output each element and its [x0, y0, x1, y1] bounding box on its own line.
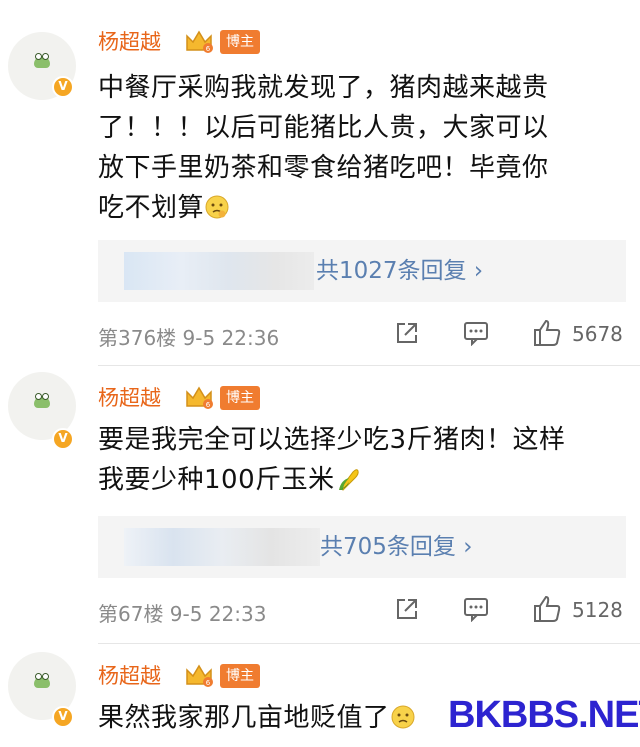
like-count: 5128: [572, 598, 623, 622]
comment-text-line: 中餐厅采购我就发现了，猪肉越来越贵: [98, 73, 549, 103]
svg-text:6: 6: [206, 679, 211, 687]
share-icon[interactable]: [394, 596, 420, 622]
share-icon[interactable]: [394, 320, 420, 346]
watermark-text: BKBBS.NET: [448, 694, 640, 736]
reply-count-link[interactable]: 共705条回复 ›: [320, 516, 472, 578]
comment-icon[interactable]: [462, 596, 490, 622]
comment-text-line: 吃不划算: [98, 193, 205, 223]
svg-text:6: 6: [206, 401, 211, 409]
site-watermark: BKBBS.NET: [430, 690, 640, 747]
frog-avatar-icon: [34, 673, 50, 688]
floor-time: 第67楼 9-5 22:33: [98, 602, 267, 626]
crown-icon: 6: [186, 30, 213, 53]
blogger-badge: 博主: [220, 664, 260, 688]
like-icon[interactable]: [532, 594, 562, 624]
crown-icon: 6: [186, 664, 213, 687]
frog-avatar-icon: [34, 53, 50, 68]
username[interactable]: 杨超越: [98, 664, 161, 688]
like-icon[interactable]: [532, 318, 562, 348]
reply-preview-box[interactable]: 共1027条回复 ›: [98, 240, 626, 302]
crown-icon: 6: [186, 386, 213, 409]
like-count: 5678: [572, 322, 623, 346]
verified-v-icon: V: [52, 428, 74, 450]
divider: [98, 643, 640, 644]
comment-text: 要是我完全可以选择少吃3斤猪肉！这样 我要少种100斤玉米: [98, 420, 628, 500]
blurred-reply-preview: [124, 252, 314, 290]
comment-text-line: 放下手里奶茶和零食给猪吃吧！毕竟你: [98, 153, 549, 183]
username[interactable]: 杨超越: [98, 386, 161, 410]
reply-preview-box[interactable]: 共705条回复 ›: [98, 516, 626, 578]
thinking-emoji-icon: [205, 195, 229, 219]
comment-text: 中餐厅采购我就发现了，猪肉越来越贵 了！！！以后可能猪比人贵，大家可以 放下手里…: [98, 68, 628, 228]
frog-avatar-icon: [34, 393, 50, 408]
comment-text-line: 了！！！以后可能猪比人贵，大家可以: [98, 113, 549, 143]
divider: [98, 365, 640, 366]
verified-v-icon: V: [52, 706, 74, 728]
corn-emoji-icon: [338, 469, 359, 491]
svg-text:6: 6: [206, 45, 211, 53]
comment-icon[interactable]: [462, 320, 490, 346]
comment-text-line: 要是我完全可以选择少吃3斤猪肉！这样: [98, 425, 566, 455]
comment-text-line: 果然我家那几亩地贬值了: [98, 703, 390, 733]
comment-text-line: 我要少种100斤玉米: [98, 465, 335, 495]
reply-count-link[interactable]: 共1027条回复 ›: [316, 240, 483, 302]
blogger-badge: 博主: [220, 30, 260, 54]
floor-time: 第376楼 9-5 22:36: [98, 326, 280, 350]
verified-v-icon: V: [52, 76, 74, 98]
blurred-reply-preview: [124, 528, 320, 566]
username[interactable]: 杨超越: [98, 30, 161, 54]
thinking-emoji-icon: [391, 705, 415, 729]
blogger-badge: 博主: [220, 386, 260, 410]
